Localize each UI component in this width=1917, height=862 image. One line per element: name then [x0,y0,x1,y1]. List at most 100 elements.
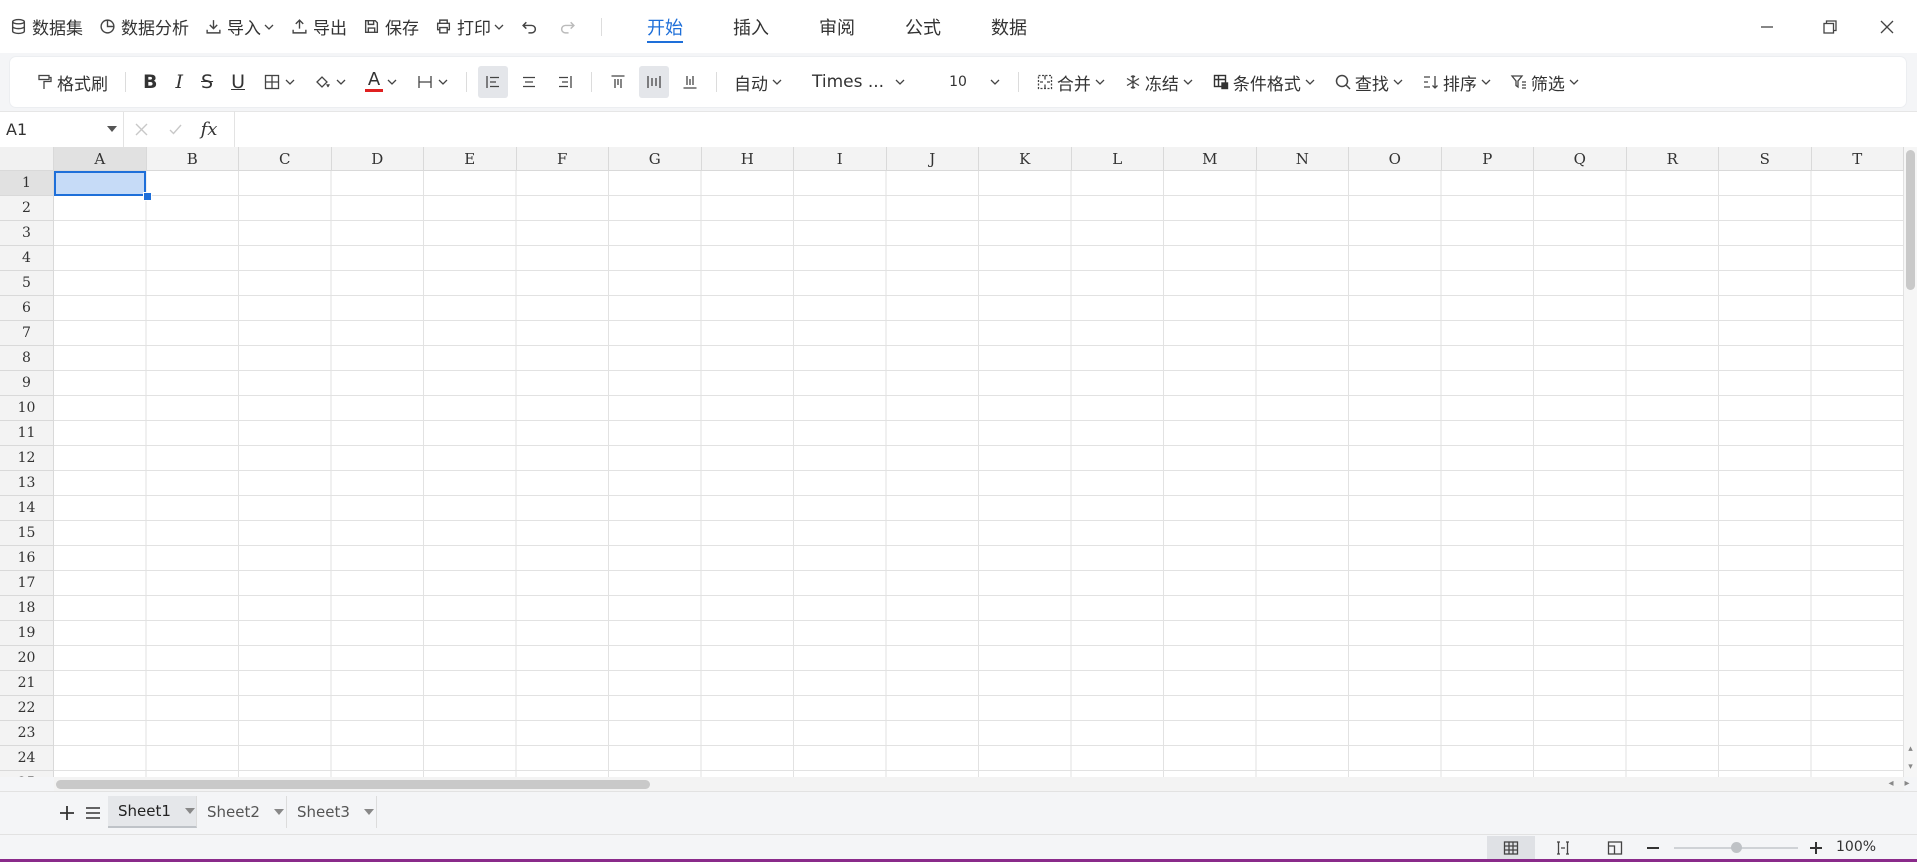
column-header-j[interactable]: J [886,147,979,171]
row-header-13[interactable]: 13 [0,471,54,496]
tab-insert[interactable]: 插入 [733,0,769,53]
row-header-8[interactable]: 8 [0,346,54,371]
find-button[interactable]: 查找 [1328,66,1410,98]
align-top-button[interactable] [603,66,633,98]
font-family-select[interactable]: Times ... [806,66,912,98]
column-header-f[interactable]: F [516,147,609,171]
vertical-scrollbar[interactable]: ▴ ▾ [1904,147,1917,777]
tab-review[interactable]: 审阅 [819,0,855,53]
row-header-6[interactable]: 6 [0,296,54,321]
add-sheet-button[interactable] [56,802,78,824]
row-header-5[interactable]: 5 [0,271,54,296]
row-header-14[interactable]: 14 [0,496,54,521]
restore-button[interactable] [1803,0,1857,53]
row-header-22[interactable]: 22 [0,696,54,721]
save-button[interactable]: 保存 [363,0,419,53]
italic-button[interactable]: I [169,66,189,98]
freeze-button[interactable]: 冻结 [1118,66,1200,98]
redo-button[interactable] [559,0,581,53]
row-header-19[interactable]: 19 [0,621,54,646]
column-header-a[interactable]: A [54,147,147,171]
select-all-corner[interactable] [0,147,54,171]
column-header-r[interactable]: R [1626,147,1719,171]
horizontal-scrollbar[interactable]: ◂ ▸ [54,777,1910,791]
column-header-l[interactable]: L [1071,147,1164,171]
zoom-out-button[interactable] [1629,836,1677,860]
fill-color-button[interactable] [308,66,353,98]
row-header-25[interactable]: 25 [0,771,54,777]
row-header-2[interactable]: 2 [0,196,54,221]
row-header-11[interactable]: 11 [0,421,54,446]
align-center-button[interactable] [514,66,544,98]
minimize-button[interactable] [1740,0,1794,53]
column-header-d[interactable]: D [331,147,424,171]
sort-button[interactable]: 排序 [1416,66,1498,98]
font-size-select[interactable]: 10 [943,66,1007,98]
zoom-in-button[interactable] [1792,836,1840,860]
column-header-k[interactable]: K [979,147,1072,171]
row-header-9[interactable]: 9 [0,371,54,396]
selected-cell[interactable] [54,171,146,196]
align-right-button[interactable] [550,66,580,98]
wrap-mode-select[interactable]: 自动 [728,66,789,98]
undo-button[interactable] [521,0,543,53]
row-header-23[interactable]: 23 [0,721,54,746]
column-header-g[interactable]: G [609,147,702,171]
column-header-s[interactable]: S [1719,147,1812,171]
row-header-16[interactable]: 16 [0,546,54,571]
row-header-12[interactable]: 12 [0,446,54,471]
caret-down-icon[interactable] [184,808,195,814]
name-box[interactable]: A1 [0,112,124,147]
column-header-t[interactable]: T [1811,147,1904,171]
sheet-tab-sheet3[interactable]: Sheet3 [287,796,377,828]
row-header-3[interactable]: 3 [0,221,54,246]
border-button[interactable] [257,66,302,98]
align-bottom-button[interactable] [675,66,705,98]
font-color-button[interactable]: A [359,66,404,98]
horizontal-scroll-thumb[interactable] [56,780,650,789]
tab-formula[interactable]: 公式 [905,0,941,53]
conditional-format-button[interactable]: 条件格式 [1206,66,1322,98]
format-painter-button[interactable]: 格式刷 [30,66,114,98]
column-header-h[interactable]: H [701,147,794,171]
scroll-up-arrow-icon[interactable]: ▴ [1906,745,1915,754]
normal-view-button[interactable] [1487,836,1535,860]
caret-down-icon[interactable] [273,809,284,815]
filter-button[interactable]: 筛选 [1504,66,1586,98]
row-header-18[interactable]: 18 [0,596,54,621]
underline-button[interactable]: U [225,66,251,98]
sheet-list-button[interactable] [82,802,104,824]
formula-input[interactable] [234,111,1917,148]
cell-area[interactable] [54,171,1904,777]
strikethrough-button[interactable]: S [195,66,219,98]
row-header-10[interactable]: 10 [0,396,54,421]
confirm-edit-button[interactable] [158,122,192,137]
column-header-b[interactable]: B [146,147,239,171]
align-left-button[interactable] [477,66,508,98]
column-header-o[interactable]: O [1349,147,1442,171]
row-header-7[interactable]: 7 [0,321,54,346]
tab-start[interactable]: 开始 [647,0,683,53]
close-button[interactable] [1860,0,1914,53]
row-header-21[interactable]: 21 [0,671,54,696]
row-header-20[interactable]: 20 [0,646,54,671]
tab-data[interactable]: 数据 [991,0,1027,53]
caret-down-icon[interactable] [363,809,374,815]
column-header-e[interactable]: E [424,147,517,171]
scroll-right-arrow-icon[interactable]: ▸ [1902,779,1912,789]
fill-handle[interactable] [143,192,152,201]
row-header-4[interactable]: 4 [0,246,54,271]
scroll-down-arrow-icon[interactable]: ▾ [1906,763,1915,772]
import-button[interactable]: 导入 [205,0,275,53]
row-header-1[interactable]: 1 [0,171,54,196]
column-header-c[interactable]: C [239,147,332,171]
sheet-tab-sheet1[interactable]: Sheet1 [108,796,197,828]
row-header-17[interactable]: 17 [0,571,54,596]
sheet-tab-sheet2[interactable]: Sheet2 [197,796,287,828]
column-header-p[interactable]: P [1441,147,1534,171]
column-header-m[interactable]: M [1164,147,1257,171]
page-break-view-button[interactable] [1539,836,1587,860]
vertical-scroll-thumb[interactable] [1906,150,1915,290]
column-header-n[interactable]: N [1256,147,1349,171]
insert-function-button[interactable]: fx [192,119,226,140]
